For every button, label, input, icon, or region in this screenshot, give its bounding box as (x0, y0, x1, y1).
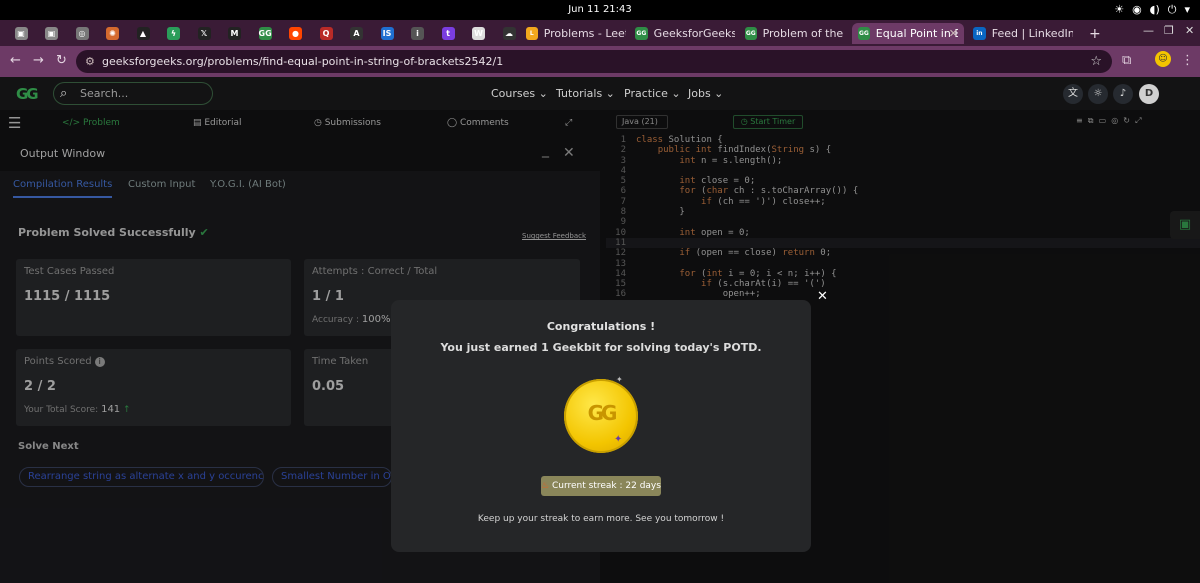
quora-icon: Q (319, 26, 333, 40)
search-input[interactable]: ⌕ Search... (53, 82, 213, 105)
pinned-tab[interactable]: ◎ (67, 23, 97, 43)
url-input[interactable]: ⚙ geeksforgeeks.org/problems/find-equal-… (76, 50, 1112, 73)
streak-badge: ♨ Current streak : 22 days (541, 476, 661, 496)
sparkle-icon: ✦ (616, 375, 623, 384)
pinned-tab[interactable]: ▣ (37, 23, 67, 43)
wifi-icon[interactable]: ◉ (1132, 3, 1142, 17)
sparkle-icon: ✦ (614, 434, 623, 445)
minimize-button[interactable]: — (1143, 24, 1154, 37)
avatar[interactable]: D (1139, 84, 1159, 104)
profile-icon[interactable]: ☺ (1155, 51, 1171, 67)
menu-tutorials[interactable]: Tutorials ⌄ (556, 87, 615, 100)
browser-tab[interactable]: L Problems - Leetc (520, 23, 632, 44)
modal-subtitle: You just earned 1 Geekbit for solving to… (440, 341, 762, 354)
gfg-icon: GG (745, 27, 757, 40)
browser-tab[interactable]: GG Equal Point in Br ✕ (852, 23, 964, 44)
gfg-icon: GG (258, 26, 272, 40)
cloud-icon: ☁ (502, 26, 516, 40)
notification-bell-icon[interactable]: ♪ (1113, 84, 1133, 104)
system-clock: Jun 11 21:43 (568, 4, 632, 15)
w-icon: W (472, 26, 485, 40)
fire-icon: ♨ (541, 481, 550, 491)
bookmark-star-icon[interactable]: ☆ (1090, 50, 1102, 73)
gfg-logo[interactable]: GG (16, 85, 39, 103)
brightness-icon[interactable]: ☀ (1114, 3, 1124, 17)
system-tray[interactable]: ☀ ◉ ◖) ⏻ ▾ (1114, 3, 1190, 17)
new-tab-button[interactable]: + (1083, 23, 1103, 44)
search-placeholder: Search... (80, 87, 129, 100)
site-header: GG ⌕ Search... Courses ⌄ Tutorials ⌄ Pra… (0, 77, 1200, 110)
leetcode-icon: L (526, 27, 538, 40)
pinned-tab[interactable]: M (220, 23, 250, 43)
browser-tab-bar: ▣▣◎✺▲ϟ𝕏MGG●QAISitW☁ LProblems - LeetcGGG… (0, 20, 1200, 46)
tab-title: Problems - Leetc (543, 27, 626, 40)
tab-title: GeeksforGeeks (653, 27, 735, 40)
close-window-button[interactable]: ✕ (1185, 24, 1194, 37)
extensions-icon[interactable]: ⧉ (1122, 53, 1131, 68)
pinned-tab[interactable]: GG (250, 23, 280, 43)
site-icon-2: ▣ (45, 26, 58, 40)
pinned-tab[interactable]: A (342, 23, 372, 43)
bolt-icon: ϟ (167, 26, 180, 40)
system-bar: Jun 11 21:43 ☀ ◉ ◖) ⏻ ▾ (0, 0, 1200, 20)
pinned-tab[interactable]: Q (311, 23, 341, 43)
x-icon: 𝕏 (197, 26, 211, 40)
sparkle-icon: ✺ (106, 26, 119, 40)
medium-icon: M (228, 26, 241, 40)
menu-jobs[interactable]: Jobs ⌄ (688, 87, 723, 100)
browser-tab[interactable]: GG Problem of the D (739, 23, 851, 44)
pinned-tab[interactable]: W (464, 23, 494, 43)
volume-icon[interactable]: ◖) (1150, 3, 1160, 17)
t-icon: t (441, 26, 455, 40)
modal-footer: Keep up your streak to earn more. See yo… (477, 514, 725, 524)
theme-toggle-icon[interactable]: ☼ (1088, 84, 1108, 104)
modal-title: Congratulations ! (546, 320, 656, 333)
geekbit-coin-icon: GG ✦ ✦ (564, 375, 638, 453)
is-icon: IS (380, 26, 394, 40)
info-icon: i (411, 26, 424, 40)
back-icon[interactable]: ← (10, 53, 21, 68)
pinned-tab[interactable]: i (403, 23, 433, 43)
pinned-tab[interactable]: IS (372, 23, 402, 43)
reload-icon[interactable]: ↻ (56, 53, 67, 68)
site-info-icon[interactable]: ⚙ (85, 50, 95, 73)
spiral-icon: ◎ (75, 26, 89, 40)
close-modal-button[interactable]: ✕ (817, 289, 828, 304)
forward-icon[interactable]: → (33, 53, 44, 68)
pinned-tab[interactable]: ● (281, 23, 311, 43)
url-text: geeksforgeeks.org/problems/find-equal-po… (102, 55, 504, 68)
pinned-tab[interactable]: 𝕏 (189, 23, 219, 43)
gfg-icon: GG (858, 27, 870, 40)
reddit-icon: ● (289, 26, 302, 40)
a-icon: A (350, 26, 363, 40)
coin-logo: GG (587, 401, 618, 425)
triangle-icon: ▲ (136, 26, 150, 40)
pinned-tab[interactable]: ▲ (128, 23, 158, 43)
search-icon: ⌕ (60, 86, 68, 101)
translate-icon[interactable]: 文 (1063, 84, 1083, 104)
tab-title: Problem of the D (762, 27, 845, 40)
browser-tab[interactable]: in Feed | LinkedIn (967, 23, 1079, 44)
address-bar: ← → ↻ ⚙ geeksforgeeks.org/problems/find-… (0, 46, 1200, 77)
tab-title: Feed | LinkedIn (991, 27, 1073, 40)
pinned-tab[interactable]: ✺ (98, 23, 128, 43)
congrats-modal: Congratulations ! You just earned 1 Geek… (391, 300, 811, 552)
gfg-icon: GG (635, 27, 648, 40)
linkedin-icon: in (973, 27, 986, 40)
close-tab-icon[interactable]: ✕ (949, 27, 958, 40)
chevron-down-icon[interactable]: ▾ (1184, 3, 1190, 17)
menu-courses[interactable]: Courses ⌄ (491, 87, 548, 100)
pinned-tab[interactable]: t (433, 23, 463, 43)
menu-kebab-icon[interactable]: ⋮ (1181, 53, 1194, 68)
site-icon-1: ▣ (14, 26, 28, 40)
power-icon[interactable]: ⏻ (1168, 3, 1177, 17)
pinned-tab[interactable]: ϟ (159, 23, 189, 43)
menu-practice[interactable]: Practice ⌄ (624, 87, 681, 100)
browser-tab[interactable]: GG GeeksforGeeks (629, 23, 741, 44)
maximize-button[interactable]: ❐ (1164, 24, 1174, 37)
pinned-tab[interactable]: ▣ (6, 23, 36, 43)
tab-title: Equal Point in Br (875, 27, 958, 40)
